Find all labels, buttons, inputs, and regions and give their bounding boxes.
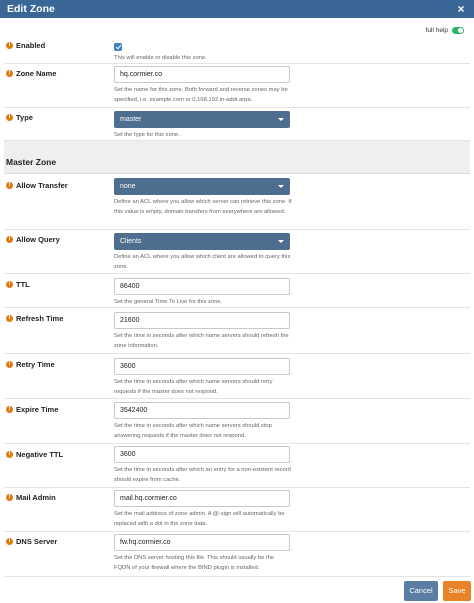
- row-dns-server: i DNS Server fw.hq.cormier.co Set the DN…: [4, 532, 470, 576]
- row-refresh-time: i Refresh Time 21600 Set the time in sec…: [4, 308, 470, 354]
- row-zone-name: i Zone Name hq.cormier.co Set the name f…: [4, 64, 470, 108]
- refresh-time-help: Set the time in seconds after which name…: [114, 333, 289, 349]
- zone-name-field[interactable]: hq.cormier.co: [114, 66, 290, 83]
- info-icon[interactable]: i: [6, 42, 13, 49]
- info-icon[interactable]: i: [6, 236, 13, 243]
- row-ttl: i TTL 86400 Set the general Time To Live…: [4, 274, 470, 308]
- info-icon[interactable]: i: [6, 315, 13, 322]
- row-allow-transfer: i Allow Transfer none Define an ACL wher…: [4, 175, 470, 230]
- info-icon[interactable]: i: [6, 361, 13, 368]
- row-retry-time: i Retry Time 3600 Set the time in second…: [4, 354, 470, 399]
- info-icon[interactable]: i: [6, 451, 13, 458]
- allow-transfer-label: Allow Transfer: [16, 181, 68, 190]
- info-icon[interactable]: i: [6, 281, 13, 288]
- row-expire-time: i Expire Time 3542400 Set the time in se…: [4, 399, 470, 444]
- full-help-label: full help: [425, 26, 448, 34]
- close-icon[interactable]: ×: [454, 0, 468, 18]
- dialog-header: Edit Zone ×: [0, 0, 474, 18]
- negative-ttl-label: Negative TTL: [16, 450, 64, 459]
- refresh-time-field[interactable]: 21600: [114, 312, 290, 329]
- mail-admin-field[interactable]: mail.hq.cormier.co: [114, 490, 290, 507]
- allow-query-value: Clients: [120, 238, 142, 245]
- dns-server-help: Set the DNS server hosting this file. Th…: [114, 555, 275, 571]
- expire-time-label: Expire Time: [16, 405, 59, 414]
- info-icon[interactable]: i: [6, 494, 13, 501]
- negative-ttl-help: Set the time in seconds after which an e…: [114, 467, 291, 483]
- dns-server-field[interactable]: fw.hq.cormier.co: [114, 534, 290, 551]
- cancel-button[interactable]: Cancel: [404, 581, 438, 601]
- toggle-switch-icon[interactable]: [452, 26, 464, 34]
- expire-time-field[interactable]: 3542400: [114, 402, 290, 419]
- enabled-help: This will enable or disable this zone.: [114, 55, 207, 61]
- row-allow-query: i Allow Query Clients Define an ACL wher…: [4, 230, 470, 274]
- type-select[interactable]: master: [114, 111, 290, 128]
- allow-transfer-help: Define an ACL where you allow which serv…: [114, 199, 292, 215]
- enabled-checkbox[interactable]: [114, 43, 122, 51]
- chevron-down-icon: [278, 118, 284, 121]
- footer-divider: [4, 576, 470, 577]
- info-icon[interactable]: i: [6, 406, 13, 413]
- ttl-field[interactable]: 86400: [114, 278, 290, 295]
- allow-transfer-value: none: [120, 183, 136, 190]
- retry-time-field[interactable]: 3600: [114, 358, 290, 375]
- zone-name-help: Set the name for this zone. Both forward…: [114, 87, 288, 103]
- ttl-help: Set the general Time To Live for this zo…: [114, 299, 223, 305]
- info-icon[interactable]: i: [6, 114, 13, 121]
- row-enabled: i Enabled This will enable or disable th…: [4, 36, 470, 64]
- type-label: Type: [16, 113, 33, 122]
- retry-time-help: Set the time in seconds after which name…: [114, 379, 273, 395]
- chevron-down-icon: [278, 240, 284, 243]
- allow-transfer-select[interactable]: none: [114, 178, 290, 195]
- type-select-value: master: [120, 116, 142, 123]
- section-title: Master Zone: [6, 157, 57, 167]
- zone-name-label: Zone Name: [16, 69, 57, 78]
- full-help-toggle[interactable]: full help: [426, 24, 464, 36]
- type-help: Set the type for this zone.: [114, 132, 180, 138]
- allow-query-label: Allow Query: [16, 235, 60, 244]
- save-button[interactable]: Save: [443, 581, 471, 601]
- info-icon[interactable]: i: [6, 70, 13, 77]
- refresh-time-label: Refresh Time: [16, 314, 64, 323]
- info-icon[interactable]: i: [6, 182, 13, 189]
- ttl-label: TTL: [16, 280, 30, 289]
- section-master-zone: Master Zone: [4, 141, 470, 174]
- chevron-down-icon: [278, 185, 284, 188]
- allow-query-help: Define an ACL where you allow which clie…: [114, 254, 291, 270]
- negative-ttl-field[interactable]: 3600: [114, 446, 290, 463]
- mail-admin-label: Mail Admin: [16, 493, 56, 502]
- row-type: i Type master Set the type for this zone…: [4, 108, 470, 141]
- expire-time-help: Set the time in seconds after which name…: [114, 423, 272, 439]
- allow-query-select[interactable]: Clients: [114, 233, 290, 250]
- row-mail-admin: i Mail Admin mail.hq.cormier.co Set the …: [4, 488, 470, 532]
- row-negative-ttl: i Negative TTL 3600 Set the time in seco…: [4, 444, 470, 488]
- info-icon[interactable]: i: [6, 538, 13, 545]
- retry-time-label: Retry Time: [16, 360, 55, 369]
- mail-admin-help: Set the mail address of zone admin. A @-…: [114, 511, 285, 527]
- enabled-label: Enabled: [16, 41, 46, 50]
- dns-server-label: DNS Server: [16, 537, 58, 546]
- dialog-title: Edit Zone: [7, 3, 55, 15]
